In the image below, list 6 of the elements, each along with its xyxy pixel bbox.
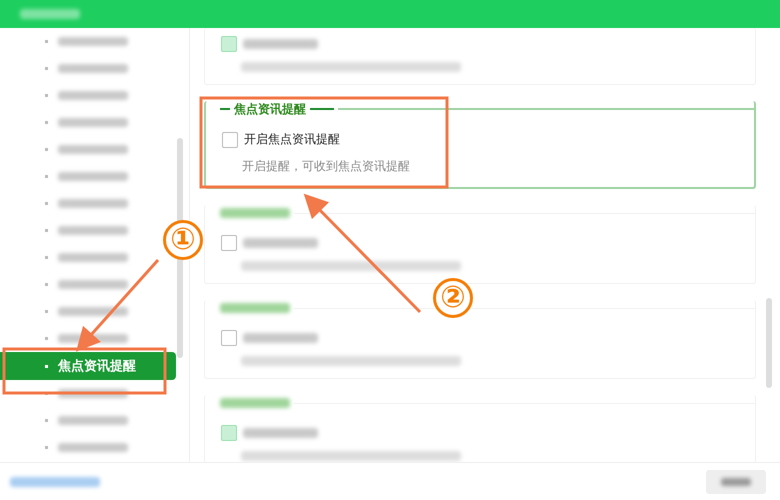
step-number: ② [433, 278, 473, 318]
option-label: 开启焦点资讯提醒 [244, 131, 340, 148]
sidebar-item[interactable]: 焦点资讯提醒 [0, 352, 176, 380]
option-description: 开启提醒，可收到焦点资讯提醒 [241, 158, 410, 175]
section-title: 焦点资讯提醒 [234, 100, 306, 118]
step-number: ① [163, 220, 203, 260]
